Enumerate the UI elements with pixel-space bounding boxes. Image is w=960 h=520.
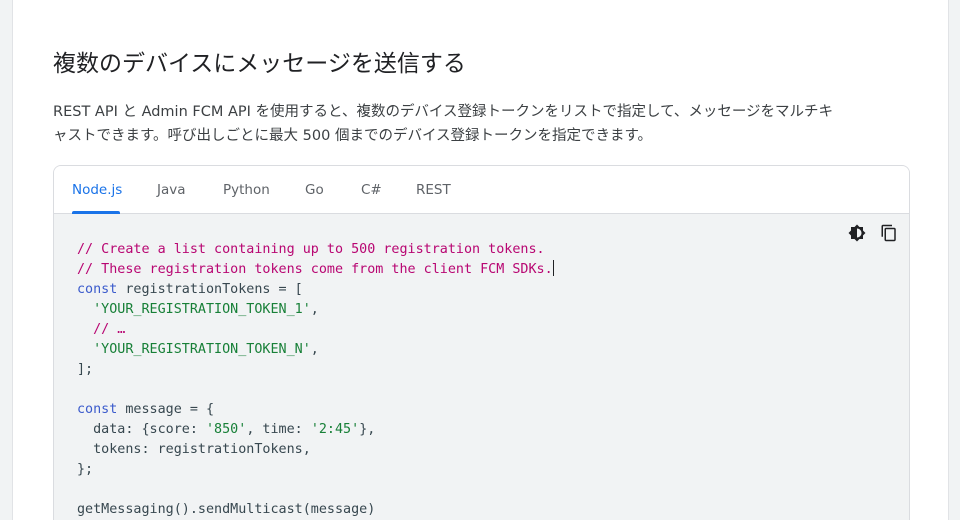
- tab-csharp[interactable]: C#: [361, 166, 382, 214]
- code-text: // Create a list containing up to 500 re…: [77, 240, 554, 520]
- text-cursor: [552, 260, 554, 276]
- code-text-segment: ,: [310, 342, 319, 357]
- code-block[interactable]: // Create a list containing up to 500 re…: [54, 215, 909, 520]
- code-text-segment: data: {score:: [93, 422, 206, 437]
- code-keyword: const: [77, 282, 118, 297]
- code-sample-card: Node.js Java Python Go C# REST // Create…: [53, 165, 910, 520]
- code-text-segment: },: [359, 422, 376, 437]
- code-text-segment: ];: [77, 362, 94, 377]
- code-string: 'YOUR_REGISTRATION_TOKEN_N': [93, 342, 311, 357]
- page-title: 複数のデバイスにメッセージを送信する: [53, 51, 466, 77]
- code-toolbar: [847, 223, 899, 243]
- content-page: 複数のデバイスにメッセージを送信する REST API と Admin FCM …: [12, 0, 949, 520]
- brightness-icon[interactable]: [847, 223, 867, 243]
- active-tab-indicator: [72, 211, 120, 214]
- description-line-1: REST API と Admin FCM API を使用すると、複数のデバイス登…: [53, 104, 834, 120]
- tab-java[interactable]: Java: [157, 166, 186, 214]
- tab-python[interactable]: Python: [223, 166, 270, 214]
- code-comment: // These registration tokens come from t…: [77, 262, 553, 277]
- code-text-segment: getMessaging().sendMulticast(message): [77, 502, 376, 517]
- code-comment: // Create a list containing up to 500 re…: [77, 242, 545, 257]
- section-description: REST API と Admin FCM API を使用すると、複数のデバイス登…: [53, 100, 913, 148]
- code-text-segment: };: [77, 462, 94, 477]
- description-line-2: ャストできます。呼び出しごとに最大 500 個までのデバイス登録トークンを指定で…: [53, 128, 653, 144]
- language-tabs: Node.js Java Python Go C# REST: [54, 166, 909, 214]
- copy-icon[interactable]: [879, 223, 899, 243]
- tab-rest[interactable]: REST: [416, 166, 451, 214]
- code-text-segment: , time:: [246, 422, 311, 437]
- code-string: '2:45': [310, 422, 360, 437]
- code-text-segment: ,: [310, 302, 319, 317]
- tab-go[interactable]: Go: [305, 166, 324, 214]
- tab-nodejs[interactable]: Node.js: [72, 166, 122, 214]
- code-string: 'YOUR_REGISTRATION_TOKEN_1': [93, 302, 311, 317]
- code-text-segment: tokens: registrationTokens,: [93, 442, 311, 457]
- code-comment: // …: [93, 322, 126, 337]
- code-text-segment: message = {: [117, 402, 215, 417]
- code-keyword: const: [77, 402, 118, 417]
- code-string: '850': [206, 422, 247, 437]
- code-text-segment: registrationTokens = [: [117, 282, 303, 297]
